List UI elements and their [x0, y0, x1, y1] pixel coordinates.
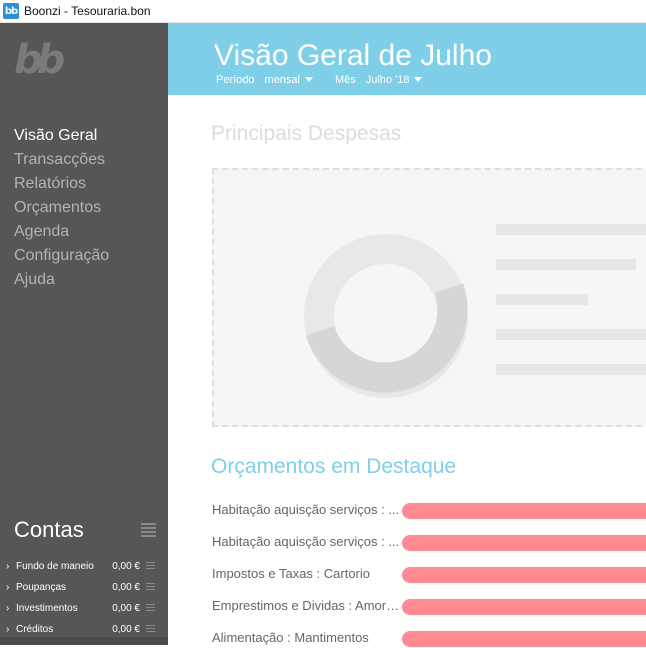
budget-progress-bar — [402, 567, 646, 583]
account-name: Fundo de maneio — [16, 561, 94, 572]
caret-down-icon — [305, 76, 313, 82]
budgets-section-title: Orçamentos em Destaque — [211, 455, 457, 478]
nav-item-ajuda[interactable]: Ajuda — [14, 268, 109, 292]
sidebar-nav: Visão Geral Transacções Relatórios Orçam… — [14, 124, 109, 292]
expenses-section-title: Principais Despesas — [211, 122, 402, 145]
nav-item-configuracao[interactable]: Configuração — [14, 244, 109, 268]
page-header: Visão Geral de Julho Período mensal Mês … — [168, 23, 646, 95]
chevron-right-icon: › — [6, 624, 10, 635]
chevron-right-icon: › — [6, 603, 10, 614]
account-row-fundo-de-maneio[interactable]: › Fundo de maneio 0,00 € — [0, 556, 168, 577]
chevron-right-icon: › — [6, 561, 10, 572]
budget-row[interactable]: Habitação aquisção serviços : ... — [212, 500, 646, 520]
account-name: Poupanças — [16, 582, 67, 593]
month-value: Julho '18 — [365, 74, 410, 86]
legend-placeholder-bar — [496, 364, 646, 375]
nav-item-agenda[interactable]: Agenda — [14, 220, 109, 244]
account-row-poupancas[interactable]: › Poupanças 0,00 € — [0, 577, 168, 598]
account-name: Investimentos — [16, 603, 78, 614]
list-icon[interactable] — [141, 523, 156, 537]
menu-icon[interactable] — [146, 604, 155, 613]
app-icon: bb — [3, 3, 19, 19]
nav-item-relatorios[interactable]: Relatórios — [14, 172, 109, 196]
expenses-chart-placeholder — [212, 168, 646, 427]
budget-label: Impostos e Taxas : Cartorio — [212, 566, 370, 581]
period-filters: Período mensal Mês Julho '18 — [216, 74, 444, 86]
budget-row[interactable]: Habitação aquisção serviços : ... — [212, 532, 646, 552]
chevron-right-icon: › — [6, 582, 10, 593]
legend-placeholder-bar — [496, 224, 646, 235]
legend-placeholder-bar — [496, 329, 646, 340]
nav-item-orcamentos[interactable]: Orçamentos — [14, 196, 109, 220]
account-balance: 0,00 € — [112, 561, 140, 572]
month-dropdown[interactable]: Julho '18 — [366, 74, 423, 86]
nav-item-visao-geral[interactable]: Visão Geral — [14, 124, 109, 148]
period-value: mensal — [264, 74, 300, 86]
budget-label: Alimentação : Mantimentos — [212, 630, 369, 645]
donut-ring-dark — [305, 283, 468, 393]
menu-icon[interactable] — [146, 562, 155, 571]
window-title: Boonzi - Tesouraria.bon — [24, 4, 151, 18]
budget-label: Habitação aquisção serviços : ... — [212, 502, 400, 517]
budget-row[interactable]: Impostos e Taxas : Cartorio — [212, 564, 646, 584]
period-dropdown[interactable]: mensal — [265, 74, 313, 86]
budget-label: Habitação aquisção serviços : ... — [212, 534, 400, 549]
legend-placeholder-bar — [496, 294, 588, 305]
menu-icon[interactable] — [146, 583, 155, 592]
period-label: Período — [216, 74, 255, 86]
boonzi-logo: bb — [14, 37, 65, 83]
accounts-title: Contas — [14, 517, 84, 542]
menu-icon[interactable] — [146, 625, 155, 634]
accounts-list: › Fundo de maneio 0,00 € › Poupanças 0,0… — [0, 556, 168, 640]
window-titlebar: bb Boonzi - Tesouraria.bon — [0, 0, 646, 23]
budget-progress-bar — [402, 535, 646, 551]
budget-row[interactable]: Emprestimos e Dividas : Amorti... — [212, 596, 646, 616]
budget-label: Emprestimos e Dividas : Amorti... — [212, 598, 400, 613]
legend-placeholder-bar — [496, 259, 636, 270]
account-row-investimentos[interactable]: › Investimentos 0,00 € — [0, 598, 168, 619]
caret-down-icon — [414, 76, 423, 82]
nav-item-transaccoes[interactable]: Transacções — [14, 148, 109, 172]
account-balance: 0,00 € — [112, 624, 140, 635]
budget-row[interactable]: Alimentação : Mantimentos — [212, 628, 646, 648]
sidebar: bb Visão Geral Transacções Relatórios Or… — [0, 23, 168, 645]
account-balance: 0,00 € — [112, 582, 140, 593]
account-balance: 0,00 € — [112, 603, 140, 614]
donut-chart-placeholder — [304, 234, 468, 398]
account-name: Créditos — [16, 624, 54, 635]
sidebar-footer — [0, 637, 168, 645]
page-title: Visão Geral de Julho — [214, 39, 492, 72]
month-label: Mês — [335, 74, 356, 86]
budget-progress-bar — [402, 503, 646, 519]
budget-progress-bar — [402, 599, 646, 615]
